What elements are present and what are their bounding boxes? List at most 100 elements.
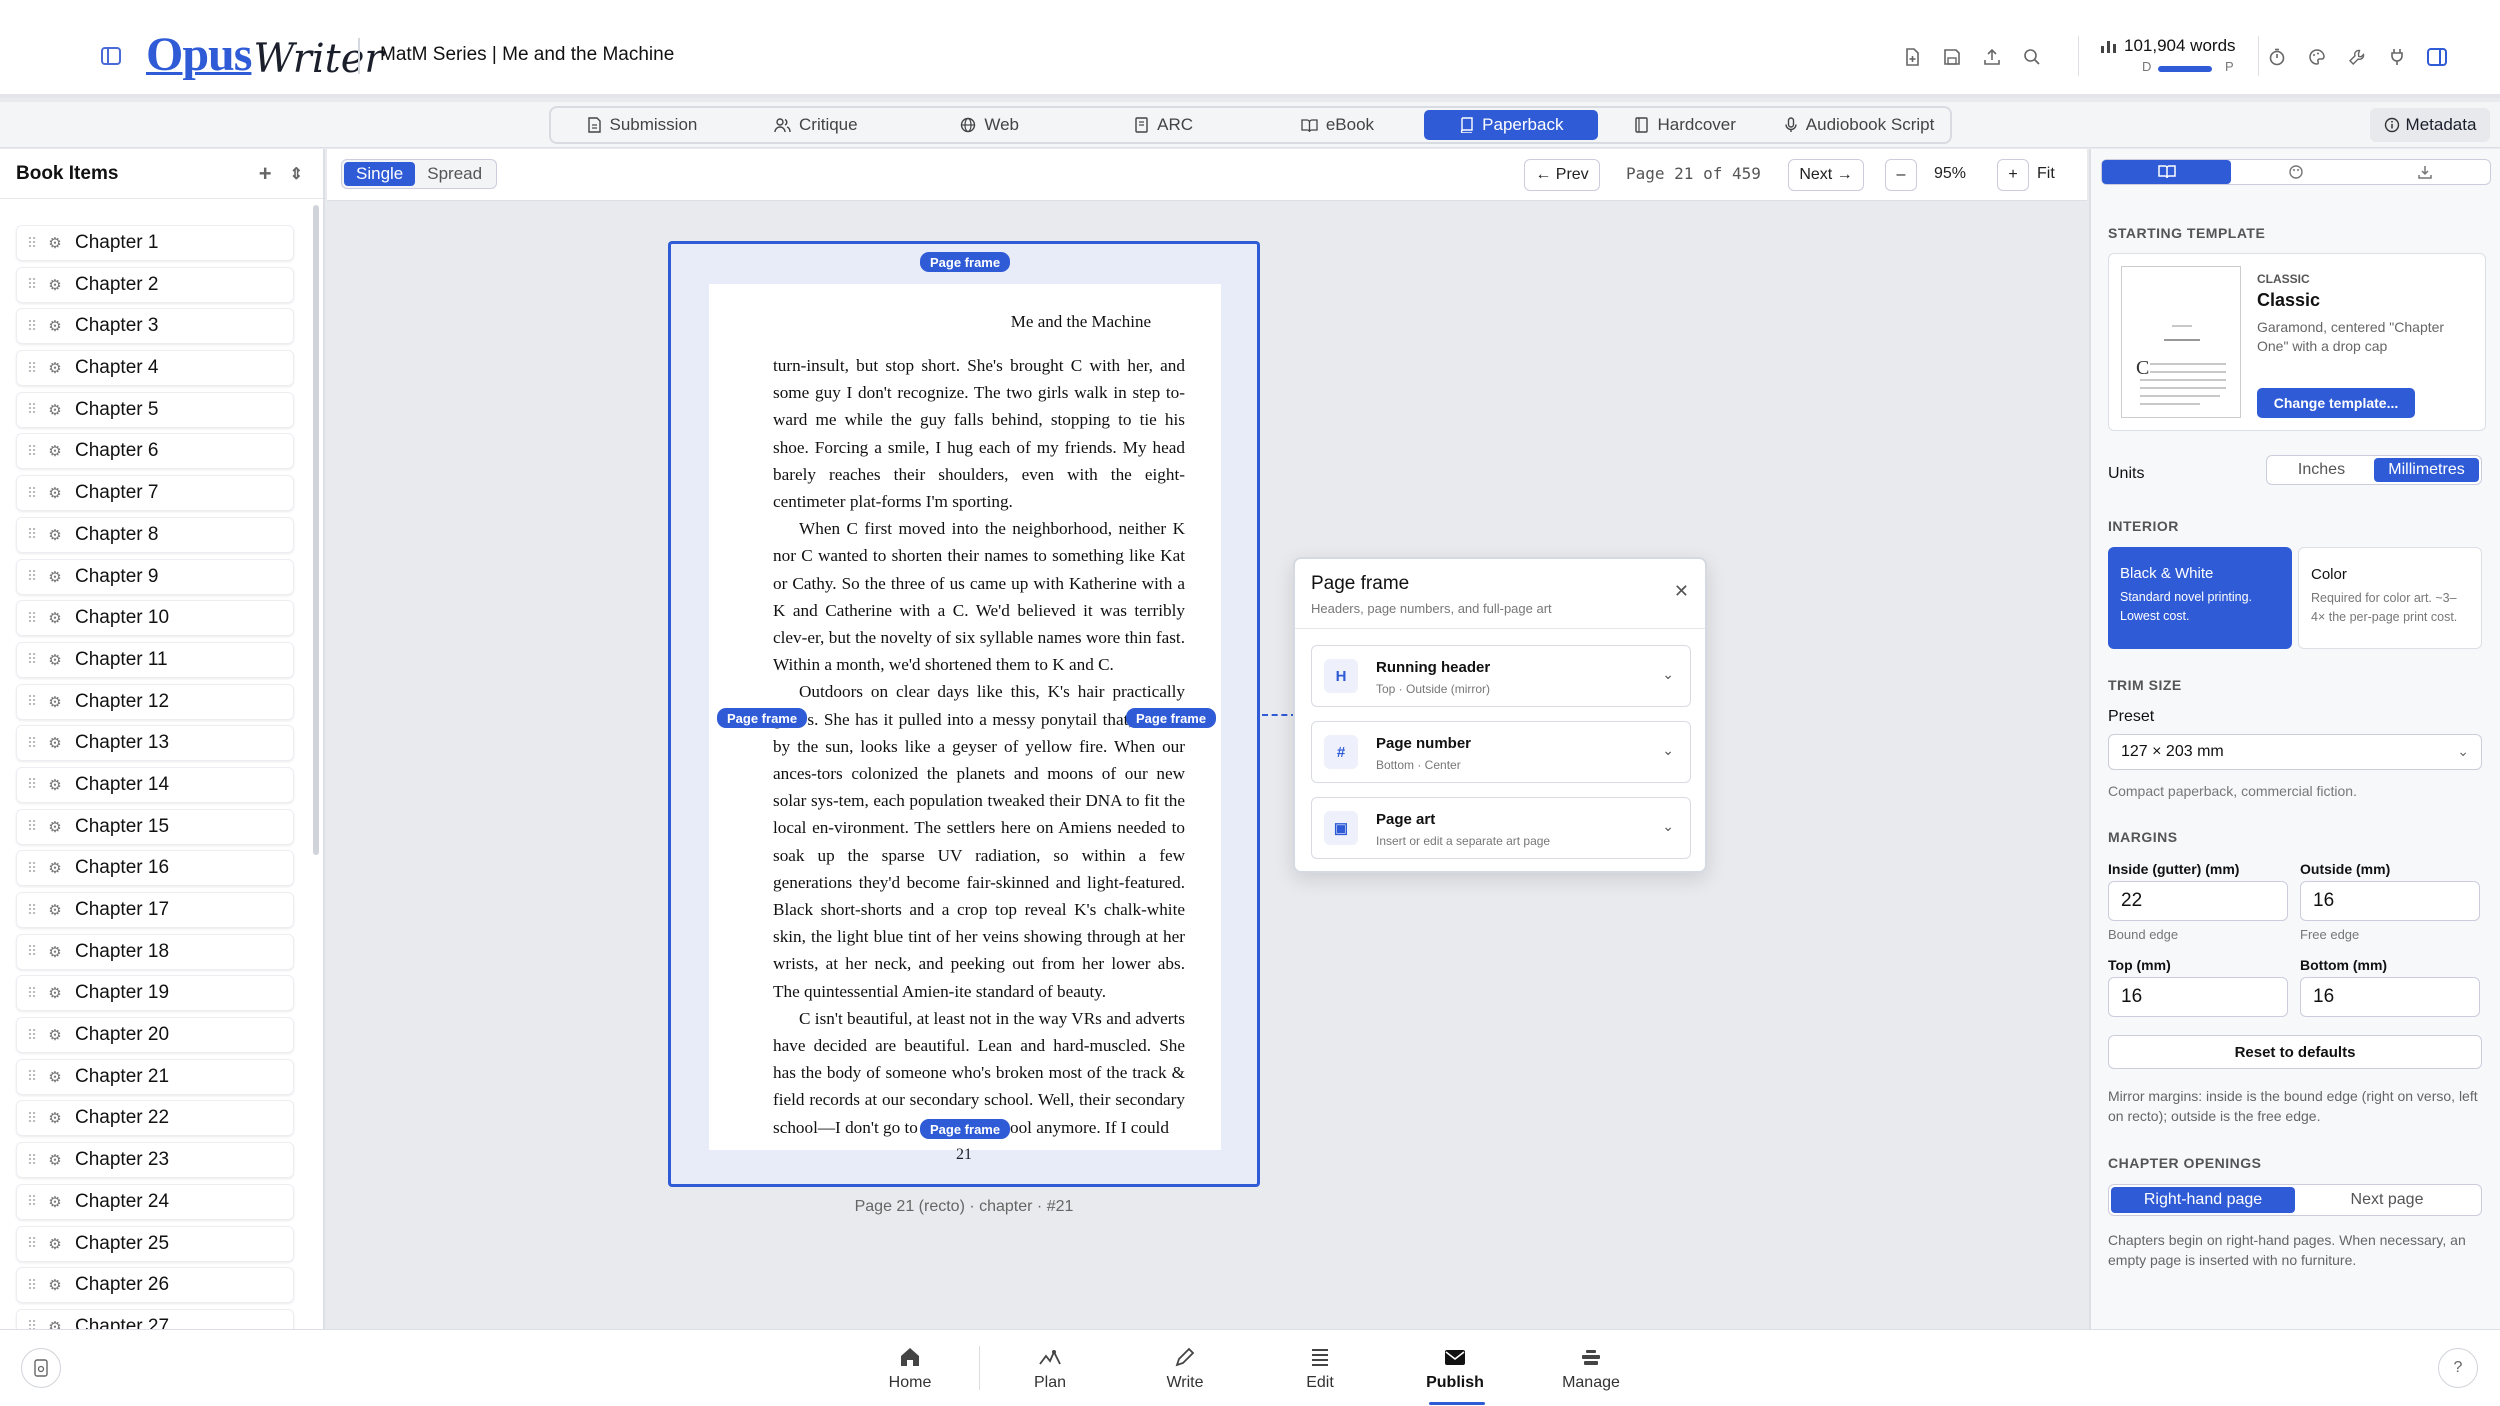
palette-icon[interactable] xyxy=(2297,42,2337,72)
drag-handle-icon[interactable]: ⠿ xyxy=(21,693,43,710)
change-template-button[interactable]: Change template... xyxy=(2257,388,2415,418)
layout-tab-icon[interactable] xyxy=(2102,160,2232,184)
nav-manage[interactable]: Manage xyxy=(1541,1342,1641,1392)
right-hand-page-option[interactable]: Right-hand page xyxy=(2111,1187,2295,1213)
chapter-item[interactable]: ⠿ ⚙ Chapter 23 xyxy=(16,1142,294,1179)
spread-view-button[interactable]: Spread xyxy=(415,162,494,186)
drag-handle-icon[interactable]: ⠿ xyxy=(21,276,43,293)
drag-handle-icon[interactable]: ⠿ xyxy=(21,1152,43,1169)
drag-handle-icon[interactable]: ⠿ xyxy=(21,943,43,960)
zoom-in-button[interactable]: + xyxy=(1997,159,2029,191)
top-margin-input[interactable]: 16 xyxy=(2108,977,2288,1017)
chapter-item[interactable]: ⠿ ⚙ Chapter 22 xyxy=(16,1100,294,1137)
chapter-item[interactable]: ⠿ ⚙ Chapter 10 xyxy=(16,600,294,637)
chapter-item[interactable]: ⠿ ⚙ Chapter 21 xyxy=(16,1058,294,1095)
drag-handle-icon[interactable]: ⠿ xyxy=(21,1193,43,1210)
sidebar-toggle-icon[interactable] xyxy=(95,40,127,72)
page-frame-badge-bottom[interactable]: Page frame xyxy=(920,1119,1011,1139)
chapter-item[interactable]: ⠿ ⚙ Chapter 17 xyxy=(16,892,294,928)
drag-handle-icon[interactable]: ⠿ xyxy=(21,568,43,585)
sidebar-scrollbar[interactable] xyxy=(313,205,319,855)
reset-defaults-button[interactable]: Reset to defaults xyxy=(2108,1035,2482,1069)
tab-submission[interactable]: Submission xyxy=(555,110,729,140)
chapter-item[interactable]: ⠿ ⚙ Chapter 5 xyxy=(16,391,294,428)
drag-handle-icon[interactable]: ⠿ xyxy=(21,1235,43,1252)
chapter-item[interactable]: ⠿ ⚙ Chapter 19 xyxy=(16,975,294,1012)
nav-write[interactable]: Write xyxy=(1135,1342,1235,1392)
drag-handle-icon[interactable]: ⠿ xyxy=(21,735,43,752)
drag-handle-icon[interactable]: ⠿ xyxy=(21,360,43,377)
zoom-out-button[interactable]: – xyxy=(1885,159,1917,191)
next-page-button[interactable]: Next → xyxy=(1788,159,1864,191)
inches-option[interactable]: Inches xyxy=(2269,458,2374,482)
page-frame-badge-right[interactable]: Page frame xyxy=(1126,708,1217,728)
collapse-icon[interactable]: ⇕ xyxy=(290,164,303,187)
nav-publish[interactable]: Publish xyxy=(1405,1342,1505,1405)
chapter-item[interactable]: ⠿ ⚙ Chapter 18 xyxy=(16,933,294,970)
wrench-icon[interactable] xyxy=(2337,42,2377,72)
chapter-item[interactable]: ⠿ ⚙ Chapter 1 xyxy=(16,225,294,261)
device-icon[interactable] xyxy=(21,1348,61,1388)
outside-margin-input[interactable]: 16 xyxy=(2300,881,2480,921)
chapter-item[interactable]: ⠿ ⚙ Chapter 16 xyxy=(16,850,294,887)
drag-handle-icon[interactable]: ⠿ xyxy=(21,651,43,668)
nav-home[interactable]: Home xyxy=(860,1342,960,1392)
tab-hardcover[interactable]: Hardcover xyxy=(1598,110,1772,140)
chapter-item[interactable]: ⠿ ⚙ Chapter 13 xyxy=(16,725,294,762)
chapter-item[interactable]: ⠿ ⚙ Chapter 6 xyxy=(16,433,294,470)
running-header-option[interactable]: H Running header Top · Outside (mirror) … xyxy=(1311,645,1691,707)
upload-icon[interactable] xyxy=(1972,42,2012,72)
nav-edit[interactable]: Edit xyxy=(1270,1342,1370,1392)
millimetres-option[interactable]: Millimetres xyxy=(2374,458,2479,482)
chapter-item[interactable]: ⠿ ⚙ Chapter 12 xyxy=(16,683,294,720)
chapter-item[interactable]: ⠿ ⚙ Chapter 25 xyxy=(16,1225,294,1262)
tab-paperback[interactable]: Paperback xyxy=(1424,110,1599,140)
inside-margin-input[interactable]: 22 xyxy=(2108,881,2288,921)
chapter-item[interactable]: ⠿ ⚙ Chapter 20 xyxy=(16,1017,294,1054)
tab-ebook[interactable]: eBook xyxy=(1251,110,1425,140)
drag-handle-icon[interactable]: ⠿ xyxy=(21,902,43,919)
metadata-button[interactable]: Metadata xyxy=(2370,108,2490,142)
new-file-icon[interactable] xyxy=(1892,42,1932,72)
drag-handle-icon[interactable]: ⠿ xyxy=(21,526,43,543)
drag-handle-icon[interactable]: ⠿ xyxy=(21,818,43,835)
drag-handle-icon[interactable]: ⠿ xyxy=(21,1110,43,1127)
close-icon[interactable]: ✕ xyxy=(1674,581,1689,602)
fit-button[interactable]: Fit xyxy=(2037,165,2055,183)
drag-handle-icon[interactable]: ⠿ xyxy=(21,1068,43,1085)
chapter-item[interactable]: ⠿ ⚙ Chapter 14 xyxy=(16,766,294,803)
timer-icon[interactable] xyxy=(2257,42,2297,72)
drag-handle-icon[interactable]: ⠿ xyxy=(21,443,43,460)
save-icon[interactable] xyxy=(1932,42,1972,72)
plug-icon[interactable] xyxy=(2377,42,2417,72)
add-item-icon[interactable]: + xyxy=(259,161,272,187)
single-view-button[interactable]: Single xyxy=(344,162,416,186)
page-art-option[interactable]: ▣ Page art Insert or edit a separate art… xyxy=(1311,797,1691,859)
trim-preset-select[interactable]: 127 × 203 mm ⌄ xyxy=(2108,734,2482,770)
chapter-item[interactable]: ⠿ ⚙ Chapter 24 xyxy=(16,1183,294,1220)
color-option[interactable]: Color Required for color art. ~3–4× the … xyxy=(2298,547,2482,649)
page-frame-badge-top[interactable]: Page frame xyxy=(920,252,1011,272)
chapter-item[interactable]: ⠿ ⚙ Chapter 2 xyxy=(16,266,294,303)
chapter-item[interactable]: ⠿ ⚙ Chapter 9 xyxy=(16,558,294,595)
drag-handle-icon[interactable]: ⠿ xyxy=(21,401,43,418)
drag-handle-icon[interactable]: ⠿ xyxy=(21,1277,43,1294)
word-count[interactable]: 101,904 words D P xyxy=(2100,32,2250,78)
search-icon[interactable] xyxy=(2012,42,2052,72)
chapter-item[interactable]: ⠿ ⚙ Chapter 7 xyxy=(16,475,294,512)
chapter-item[interactable]: ⠿ ⚙ Chapter 26 xyxy=(16,1267,294,1304)
tab-critique[interactable]: Critique xyxy=(729,110,903,140)
tab-web[interactable]: Web xyxy=(903,110,1077,140)
page-frame-badge-left[interactable]: Page frame xyxy=(717,708,808,728)
nav-plan[interactable]: Plan xyxy=(1000,1342,1100,1392)
style-tab-icon[interactable] xyxy=(2231,160,2360,184)
chapter-item[interactable]: ⠿ ⚙ Chapter 4 xyxy=(16,350,294,387)
prev-page-button[interactable]: ← Prev xyxy=(1524,159,1600,191)
drag-handle-icon[interactable]: ⠿ xyxy=(21,985,43,1002)
help-icon[interactable]: ? xyxy=(2438,1348,2478,1388)
next-page-option[interactable]: Next page xyxy=(2295,1187,2479,1213)
chapter-item[interactable]: ⠿ ⚙ Chapter 3 xyxy=(16,308,294,345)
page-number-option[interactable]: # Page number Bottom · Center ⌄ xyxy=(1311,721,1691,783)
chapter-item[interactable]: ⠿ ⚙ Chapter 11 xyxy=(16,641,294,678)
chapter-item[interactable]: ⠿ ⚙ Chapter 15 xyxy=(16,808,294,845)
